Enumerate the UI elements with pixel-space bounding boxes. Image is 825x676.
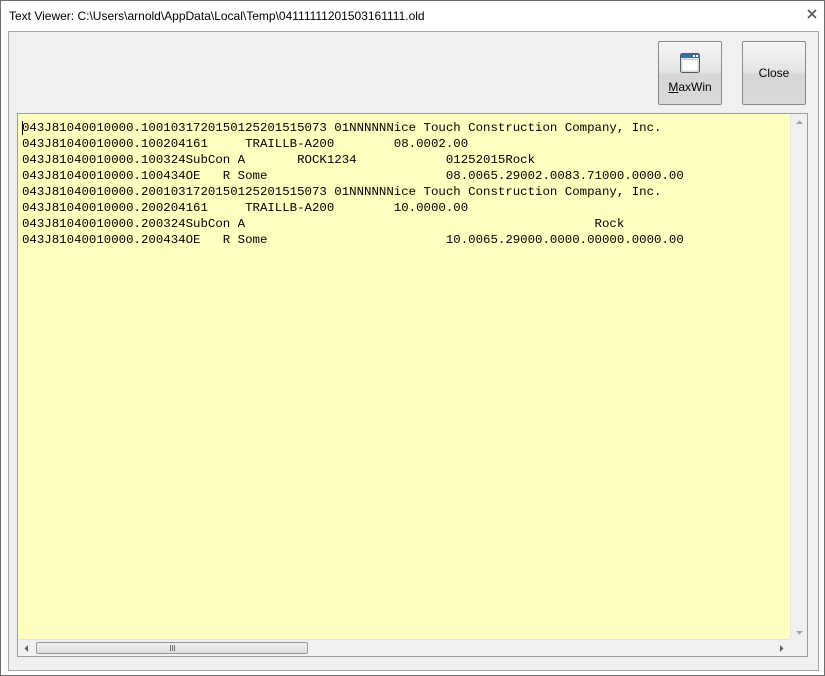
text-viewer-pane[interactable]: 043J81040010000.100103172015012520151507… — [17, 113, 808, 657]
vertical-scrollbar[interactable] — [790, 114, 807, 641]
text-line: 043J81040010000.200103172015012520151507… — [22, 185, 662, 199]
text-caret — [22, 121, 23, 135]
chevron-right-icon — [780, 645, 784, 652]
text-line: 043J81040010000.100103172015012520151507… — [22, 121, 662, 135]
text-viewer-window: Text Viewer: C:\Users\arnold\AppData\Loc… — [0, 0, 825, 676]
window-title: Text Viewer: C:\Users\arnold\AppData\Loc… — [9, 9, 425, 23]
horizontal-scroll-thumb[interactable] — [36, 642, 308, 654]
chevron-left-icon — [24, 645, 28, 652]
text-content[interactable]: 043J81040010000.100103172015012520151507… — [18, 114, 790, 641]
scroll-up-arrow[interactable] — [791, 114, 808, 131]
client-area: MaxWin Close 043J81040010000.10010317201… — [8, 31, 819, 671]
chevron-down-icon — [796, 631, 803, 635]
close-window-icon[interactable] — [805, 7, 819, 21]
maxwin-label: MaxWin — [668, 80, 712, 94]
horizontal-scrollbar[interactable] — [18, 639, 790, 656]
text-line: 043J81040010000.100204161 TRAILLB-A200 0… — [22, 137, 469, 151]
grip-icon — [169, 645, 175, 651]
scroll-left-arrow[interactable] — [18, 640, 35, 657]
window-icon — [680, 53, 700, 73]
scroll-right-arrow[interactable] — [773, 640, 790, 657]
maxwin-button[interactable]: MaxWin — [658, 41, 722, 105]
text-line: 043J81040010000.100324SubCon A ROCK1234 … — [22, 153, 536, 167]
chevron-up-icon — [796, 120, 803, 124]
text-line: 043J81040010000.200324SubCon A Rock — [22, 217, 625, 231]
scrollbar-corner — [790, 639, 807, 656]
text-line: 043J81040010000.200434OE R Some 10.0065.… — [22, 233, 684, 247]
text-line: 043J81040010000.200204161 TRAILLB-A200 1… — [22, 201, 469, 215]
title-bar[interactable]: Text Viewer: C:\Users\arnold\AppData\Loc… — [1, 1, 824, 31]
close-button[interactable]: Close — [742, 41, 806, 105]
text-line: 043J81040010000.100434OE R Some 08.0065.… — [22, 169, 684, 183]
close-label: Close — [758, 66, 790, 80]
